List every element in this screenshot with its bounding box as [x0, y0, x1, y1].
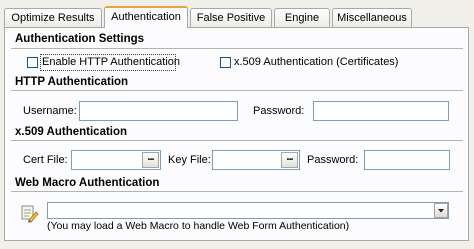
web-macro-dropdown-button[interactable] [434, 203, 448, 218]
key-file-browse-button[interactable]: ... [281, 152, 298, 168]
username-label: Username: [23, 105, 77, 117]
section-divider [11, 90, 463, 91]
section-divider [11, 191, 463, 192]
authentication-settings-heading: Authentication Settings [15, 33, 145, 45]
tab-miscellaneous[interactable]: Miscellaneous [332, 8, 412, 27]
section-divider [11, 140, 463, 141]
x509-auth-label[interactable]: x.509 Authentication (Certificates) [234, 56, 398, 68]
section-divider [11, 48, 463, 49]
http-password-input[interactable] [313, 101, 449, 121]
tab-false-positive[interactable]: False Positive [190, 8, 272, 27]
authentication-panel: Authentication Settings Enable HTTP Auth… [4, 27, 469, 241]
web-macro-authentication-heading: Web Macro Authentication [15, 177, 160, 189]
enable-http-auth-label[interactable]: Enable HTTP Authentication [42, 56, 180, 68]
macro-script-icon [19, 203, 39, 223]
web-macro-hint: (You may load a Web Macro to handle Web … [47, 220, 350, 232]
x509-authentication-heading: x.509 Authentication [15, 126, 128, 138]
tab-authentication[interactable]: Authentication [104, 6, 188, 28]
cert-file-label: Cert File: [23, 154, 68, 166]
cert-file-browse-button[interactable]: ... [142, 152, 159, 168]
x509-password-label: Password: [307, 154, 359, 166]
key-file-label: Key File: [168, 154, 211, 166]
x509-password-input[interactable] [364, 150, 450, 170]
http-authentication-heading: HTTP Authentication [15, 76, 129, 88]
username-input[interactable] [79, 101, 238, 121]
web-macro-select[interactable] [47, 202, 449, 219]
http-password-label: Password: [253, 105, 305, 117]
x509-auth-checkbox[interactable] [220, 57, 231, 68]
tab-strip: Optimize Results Authentication False Po… [0, 0, 474, 28]
enable-http-auth-checkbox[interactable] [27, 57, 38, 68]
tab-engine[interactable]: Engine [274, 8, 330, 27]
tab-optimize-results[interactable]: Optimize Results [4, 8, 102, 27]
chevron-down-icon [438, 209, 444, 213]
